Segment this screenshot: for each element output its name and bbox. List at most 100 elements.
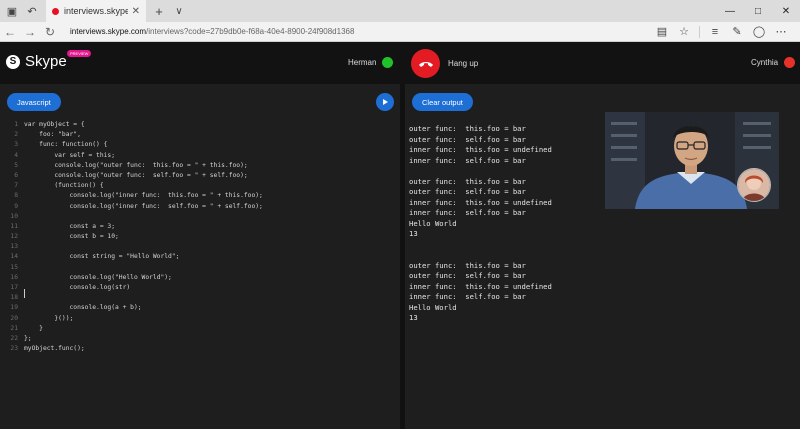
output-line: inner func: self.foo = bar: [409, 292, 526, 301]
output-line: Hello World: [409, 302, 457, 312]
code-line[interactable]: 14 const string = "Hello World";: [0, 252, 400, 262]
forward-arrow-icon[interactable]: →: [20, 22, 40, 42]
code-line[interactable]: 19 console.log(a + b);: [0, 303, 400, 313]
line-number: 11: [10, 222, 18, 230]
code-line[interactable]: 20 }());: [0, 314, 400, 324]
reading-view-icon[interactable]: ▤: [651, 25, 673, 38]
code-line[interactable]: 2 foo: "bar",: [0, 130, 400, 140]
code-line[interactable]: 18: [0, 293, 400, 303]
line-number: 21: [10, 324, 18, 332]
code-editor[interactable]: 1 var myObject = {2 foo: "bar", 3 func: fu…: [0, 120, 400, 354]
code-line[interactable]: 3 func: function() {: [0, 140, 400, 150]
output-line: outer func: self.foo = bar: [409, 134, 526, 144]
hub-icon[interactable]: ≡: [704, 26, 726, 38]
web-note-icon[interactable]: ✎: [726, 25, 748, 38]
tab-preview-icon[interactable]: ▣: [4, 3, 20, 19]
code-line[interactable]: 5 console.log("outer func: this.foo = " …: [0, 161, 400, 171]
play-icon: [383, 99, 388, 105]
maximize-icon[interactable]: □: [744, 0, 772, 22]
code-text: var self = this;: [24, 151, 115, 159]
participant-name: Herman: [348, 58, 377, 67]
recording-indicator-icon: [52, 7, 59, 15]
close-tab-icon[interactable]: ✕: [132, 6, 140, 17]
code-line[interactable]: 22};: [0, 334, 400, 344]
console-output: outer func: this.foo = bar outer func: se…: [409, 124, 552, 324]
skype-logo: S Skype: [6, 53, 67, 70]
self-view-thumbnail[interactable]: [737, 168, 771, 202]
output-line: 13: [409, 313, 418, 322]
window-controls: — □ ✕: [716, 0, 800, 22]
output-line: outer func: self.foo = bar: [409, 187, 526, 196]
line-number: 12: [10, 233, 18, 241]
refresh-icon[interactable]: ↻: [40, 22, 60, 42]
line-number: 1: [14, 121, 18, 128]
code-line[interactable]: 10: [0, 212, 400, 222]
line-number: 4: [14, 151, 18, 159]
output-line: outer func: this.foo = bar: [409, 260, 526, 270]
line-number: 19: [10, 304, 18, 312]
line-number: 16: [10, 273, 18, 281]
code-line[interactable]: 6 console.log("outer func: self.foo = " …: [0, 171, 400, 181]
clear-output-button[interactable]: Clear output: [412, 93, 473, 111]
participant-cynthia: Cynthia: [751, 57, 796, 68]
favorite-star-icon[interactable]: ☆: [673, 25, 695, 38]
code-line[interactable]: 11 const a = 3;: [0, 222, 400, 232]
close-window-icon[interactable]: ✕: [772, 0, 800, 22]
skype-header: S Skype PREVIEW Herman Cynthia: [0, 42, 800, 84]
code-line[interactable]: 9 console.log("inner func: self.foo = " …: [0, 202, 400, 212]
hang-up-button[interactable]: [411, 49, 440, 78]
more-icon[interactable]: ⋯: [770, 25, 792, 38]
line-number: 14: [10, 253, 18, 261]
tab-list-chevron-icon[interactable]: ∨: [170, 6, 188, 17]
output-line: outer func: this.foo = bar: [409, 124, 526, 133]
line-number: 17: [10, 284, 18, 291]
output-line: inner func: this.foo = undefined: [409, 145, 552, 154]
code-line[interactable]: 13: [0, 242, 400, 252]
code-line[interactable]: 1 var myObject = {: [0, 120, 400, 130]
code-line[interactable]: 21 }: [0, 324, 400, 334]
line-number: 3: [14, 141, 18, 149]
code-text: console.log("Hello World");: [24, 273, 172, 281]
line-number: 18: [10, 294, 18, 302]
new-tab-button[interactable]: +: [150, 4, 168, 19]
output-line: 13: [409, 229, 418, 238]
code-line[interactable]: 23 myObject.func();: [0, 344, 400, 354]
video-feed: [605, 112, 779, 209]
line-number: 6: [14, 171, 18, 179]
online-status-icon: [382, 57, 394, 68]
code-line[interactable]: 8 console.log("inner func: this.foo = " …: [0, 191, 400, 201]
back-arrow-icon[interactable]: ←: [0, 22, 20, 42]
code-text: console.log(a + b);: [24, 304, 142, 312]
language-select-button[interactable]: Javascript: [7, 93, 61, 111]
code-text: func: function() {: [24, 141, 108, 149]
browser-tab[interactable]: interviews.skype.co ✕: [46, 0, 146, 22]
code-text: myObject.func();: [24, 345, 85, 353]
skype-logo-icon: S: [6, 54, 20, 69]
output-line: inner func: this.foo = undefined: [409, 197, 552, 207]
code-line[interactable]: 15: [0, 263, 400, 273]
code-editor-panel: Javascript 1 var myObject = {2 foo: "bar"…: [0, 84, 400, 429]
code-line[interactable]: 12 const b = 10;: [0, 232, 400, 242]
url-host: interviews.skype.com: [70, 27, 147, 36]
code-line[interactable]: 17 console.log(str): [0, 283, 400, 293]
hang-up-label: Hang up: [448, 59, 479, 68]
code-line[interactable]: 4 var self = this;: [0, 151, 400, 161]
output-line: inner func: self.foo = bar: [409, 155, 526, 165]
code-text: console.log("inner func: this.foo = " + …: [24, 192, 263, 200]
output-line: outer func: self.foo = bar: [409, 271, 526, 280]
status-indicator-icon: [784, 57, 796, 68]
code-line[interactable]: 16 console.log("Hello World");: [0, 273, 400, 283]
output-panel: Clear output outer func: this.foo = bar o…: [405, 84, 800, 429]
code-line[interactable]: 7 (function() {: [0, 181, 400, 191]
run-button[interactable]: [376, 93, 394, 111]
code-text: };: [24, 334, 32, 342]
minimize-icon[interactable]: —: [716, 0, 744, 22]
share-icon[interactable]: ◯: [748, 25, 770, 38]
text-cursor: [24, 289, 25, 298]
output-line: inner func: this.foo = undefined: [409, 281, 552, 291]
code-text: console.log("inner func: self.foo = " + …: [24, 202, 263, 210]
address-bar[interactable]: interviews.skype.com/interviews?code=27b…: [70, 27, 651, 36]
back-tabs-icon[interactable]: ↶: [24, 3, 40, 19]
